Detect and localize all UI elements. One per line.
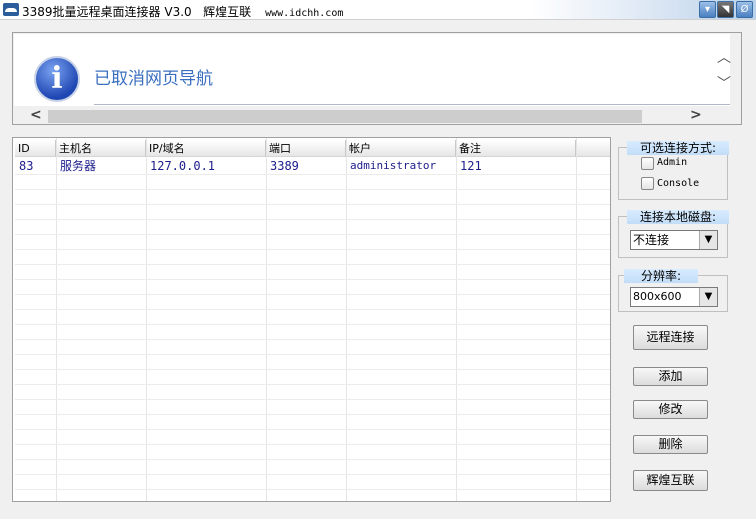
- remote-connect-button[interactable]: 远程连接: [633, 325, 708, 350]
- add-button[interactable]: 添加: [633, 367, 708, 386]
- row-gridline: [15, 324, 610, 325]
- cell-ip: 127.0.0.1: [150, 159, 216, 173]
- group-title: 可选连接方式:: [627, 141, 729, 155]
- row-gridline: [15, 459, 610, 460]
- server-list[interactable]: ID 主机名 IP/域名 端口 帐户 备注 83 服务器 127.0.0.1 3…: [12, 137, 611, 502]
- row-gridline: [15, 384, 610, 385]
- column-divider: [146, 138, 147, 501]
- selected-value: 800x600: [633, 290, 682, 303]
- cell-account: administrator: [350, 159, 437, 172]
- column-divider: [56, 138, 57, 501]
- title-text: 3389批量远程桌面连接器 V3.0 辉煌互联: [22, 5, 252, 19]
- admin-label[interactable]: Admin: [657, 157, 687, 168]
- row-gridline: [15, 189, 610, 190]
- column-header-id[interactable]: ID: [15, 140, 56, 157]
- row-gridline: [15, 264, 610, 265]
- scrollbar-thumb[interactable]: [48, 110, 642, 123]
- column-header-port[interactable]: 端口: [266, 140, 346, 157]
- maximize-button[interactable]: ◥: [717, 1, 734, 18]
- app-icon: [3, 3, 19, 16]
- dropdown-arrow-icon[interactable]: ▼: [699, 231, 717, 249]
- column-divider: [346, 138, 347, 501]
- connection-options-group: 可选连接方式: Admin Console: [618, 141, 729, 200]
- group-title: 连接本地磁盘:: [627, 210, 729, 224]
- close-button[interactable]: Ø: [736, 1, 753, 18]
- local-disk-group: 连接本地磁盘: 不连接 ▼: [618, 210, 729, 258]
- column-divider: [266, 138, 267, 501]
- navigation-message: 已取消网页导航: [94, 69, 213, 89]
- resolution-group: 分辨率: 800x600 ▼: [618, 269, 728, 312]
- delete-button[interactable]: 删除: [633, 435, 708, 454]
- column-divider: [576, 138, 577, 501]
- row-gridline: [15, 249, 610, 250]
- minimize-button[interactable]: ▾: [699, 1, 716, 18]
- scroll-right-icon[interactable]: >: [690, 107, 702, 123]
- column-divider: [456, 138, 457, 501]
- console-checkbox[interactable]: [641, 177, 654, 190]
- web-browser-panel: i 已取消网页导航 ︿ ﹀ < >: [12, 32, 742, 125]
- row-gridline: [15, 294, 610, 295]
- column-header-host[interactable]: 主机名: [56, 140, 146, 157]
- console-label[interactable]: Console: [657, 178, 699, 189]
- dropdown-arrow-icon[interactable]: ▼: [699, 288, 717, 306]
- browser-content: i 已取消网页导航: [14, 34, 730, 106]
- column-header-ip[interactable]: IP/域名: [146, 140, 266, 157]
- row-gridline: [15, 399, 610, 400]
- title-bar: 3389批量远程桌面连接器 V3.0 辉煌互联 www.idchh.com ▾ ◥…: [0, 0, 756, 20]
- cell-host: 服务器: [60, 159, 97, 173]
- brand-link-button[interactable]: 辉煌互联: [633, 470, 708, 491]
- admin-checkbox[interactable]: [641, 157, 654, 170]
- row-gridline: [15, 354, 610, 355]
- scroll-down-icon[interactable]: ﹀: [717, 73, 731, 93]
- row-gridline: [15, 204, 610, 205]
- horizontal-scrollbar[interactable]: < >: [14, 107, 730, 124]
- row-gridline: [15, 279, 610, 280]
- cell-port: 3389: [270, 159, 299, 173]
- row-gridline: [15, 234, 610, 235]
- row-gridline: [15, 369, 610, 370]
- info-icon: i: [34, 56, 80, 102]
- divider: [94, 104, 730, 105]
- row-gridline: [15, 429, 610, 430]
- row-gridline: [15, 474, 610, 475]
- column-header-account[interactable]: 帐户: [346, 140, 456, 157]
- row-gridline: [15, 339, 610, 340]
- row-gridline: [15, 219, 610, 220]
- group-title: 分辨率:: [624, 269, 698, 283]
- cell-id: 83: [19, 159, 34, 173]
- cell-note: 121: [460, 159, 482, 173]
- row-gridline: [15, 174, 610, 175]
- row-gridline: [15, 444, 610, 445]
- selected-value: 不连接: [633, 233, 670, 247]
- row-gridline: [15, 414, 610, 415]
- scroll-up-icon[interactable]: ︿: [717, 47, 731, 67]
- window-title: 3389批量远程桌面连接器 V3.0 辉煌互联 www.idchh.com: [22, 3, 343, 20]
- resolution-select[interactable]: 800x600 ▼: [630, 287, 718, 307]
- row-gridline: [15, 309, 610, 310]
- scroll-left-icon[interactable]: <: [30, 107, 42, 123]
- site-url: www.idchh.com: [265, 8, 344, 19]
- column-header-note[interactable]: 备注: [456, 140, 576, 157]
- row-gridline: [15, 489, 610, 490]
- local-disk-select[interactable]: 不连接 ▼: [630, 230, 718, 250]
- edit-button[interactable]: 修改: [633, 400, 708, 419]
